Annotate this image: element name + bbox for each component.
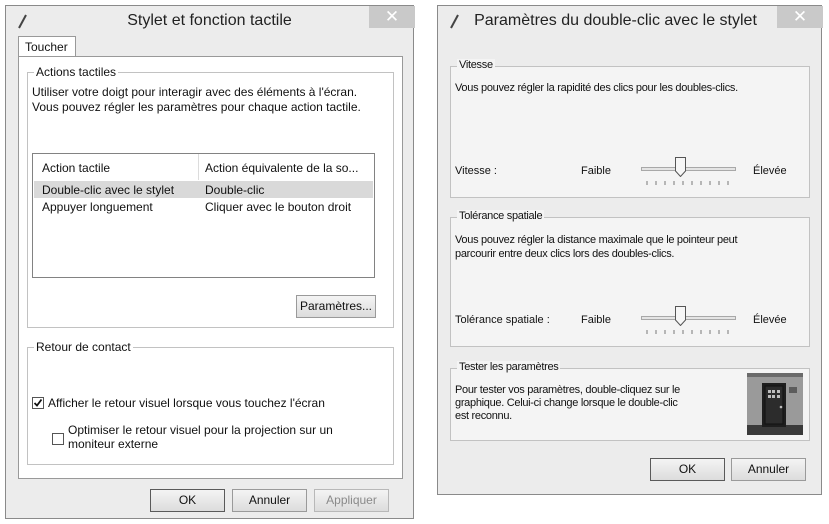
- speed-high-label: Élevée: [753, 165, 787, 177]
- tolerance-slider-label: Tolérance spatiale :: [455, 314, 550, 326]
- cancel-button[interactable]: Annuler: [731, 458, 806, 481]
- tolerance-group-label: Tolérance spatiale: [457, 210, 545, 222]
- actions-description-line2: Vous pouvez régler les paramètres pour c…: [32, 100, 361, 114]
- cancel-button[interactable]: Annuler: [232, 489, 307, 512]
- speed-slider-label: Vitesse :: [455, 165, 497, 177]
- tolerance-slider[interactable]: [641, 306, 736, 336]
- tab-label: Toucher: [25, 40, 68, 54]
- speed-description: Vous pouvez régler la rapidité des clics…: [455, 82, 738, 94]
- checkmark-icon: [33, 398, 43, 407]
- column-divider: [198, 154, 199, 180]
- actions-description-line1: Utiliser votre doigt pour interagir avec…: [32, 85, 358, 99]
- test-description-line3: est reconnu.: [455, 410, 512, 422]
- external-monitor-label-line1[interactable]: Optimiser le retour visuel pour la proje…: [68, 423, 333, 438]
- door-test-icon[interactable]: [747, 373, 803, 435]
- dialog-title: Stylet et fonction tactile: [127, 12, 292, 29]
- feedback-group-label: Retour de contact: [34, 340, 133, 354]
- tab-toucher[interactable]: Toucher: [18, 36, 76, 57]
- title-bar: Paramètres du double-clic avec le stylet…: [438, 6, 823, 36]
- settings-button[interactable]: Paramètres...: [296, 295, 376, 318]
- close-button[interactable]: ✕: [777, 6, 823, 28]
- apply-button: Appliquer: [314, 489, 389, 512]
- external-monitor-checkbox[interactable]: [52, 433, 64, 445]
- table-header: Action tactile Action équivalente de la …: [33, 154, 374, 180]
- tolerance-low-label: Faible: [581, 314, 611, 326]
- table-row[interactable]: Double-clic avec le stylet Double-clic: [34, 181, 373, 198]
- double-click-settings-dialog: Paramètres du double-clic avec le stylet…: [437, 5, 823, 495]
- row-action: Appuyer longuement: [42, 200, 153, 214]
- test-group-label: Tester les paramètres: [457, 361, 561, 373]
- slider-ticks: [646, 330, 729, 334]
- external-monitor-label-line2[interactable]: moniteur externe: [68, 437, 158, 452]
- actions-group: Actions tactiles Utiliser votre doigt po…: [27, 65, 394, 328]
- speed-slider[interactable]: [641, 157, 736, 187]
- table-row[interactable]: Appuyer longuement Cliquer avec le bouto…: [34, 198, 373, 215]
- slider-track: [641, 316, 736, 320]
- visual-feedback-checkbox[interactable]: [32, 397, 44, 409]
- feedback-group: Retour de contact Afficher le retour vis…: [27, 340, 394, 465]
- tolerance-description-line2: parcourir entre deux clics lors des doub…: [455, 248, 675, 260]
- slider-thumb[interactable]: [675, 157, 686, 177]
- speed-low-label: Faible: [581, 165, 611, 177]
- close-button[interactable]: ✕: [369, 6, 415, 28]
- tolerance-group: Tolérance spatiale Vous pouvez régler la…: [450, 210, 810, 347]
- actions-table[interactable]: Action tactile Action équivalente de la …: [32, 153, 375, 278]
- dialog-title: Paramètres du double-clic avec le stylet: [474, 12, 757, 29]
- test-group: Tester les paramètres Pour tester vos pa…: [450, 361, 810, 441]
- speed-group-label: Vitesse: [457, 59, 495, 71]
- slider-thumb[interactable]: [675, 306, 686, 326]
- column-header-equivalent[interactable]: Action équivalente de la so...: [205, 161, 370, 175]
- row-equivalent: Cliquer avec le bouton droit: [205, 200, 352, 214]
- touch-settings-dialog: Stylet et fonction tactile ✕ Toucher Act…: [5, 5, 415, 519]
- title-bar: Stylet et fonction tactile ✕: [6, 6, 415, 36]
- tab-panel: Actions tactiles Utiliser votre doigt po…: [18, 56, 403, 479]
- ok-button[interactable]: OK: [650, 458, 725, 481]
- visual-feedback-label[interactable]: Afficher le retour visuel lorsque vous t…: [48, 396, 325, 411]
- row-action: Double-clic avec le stylet: [42, 183, 175, 197]
- slider-ticks: [646, 181, 729, 185]
- slider-track: [641, 167, 736, 171]
- tolerance-high-label: Élevée: [753, 314, 787, 326]
- column-header-action[interactable]: Action tactile: [42, 161, 110, 175]
- speed-group: Vitesse Vous pouvez régler la rapidité d…: [450, 59, 810, 198]
- tolerance-description-line1: Vous pouvez régler la distance maximale …: [455, 234, 738, 246]
- ok-button[interactable]: OK: [150, 489, 225, 512]
- row-equivalent: Double-clic: [205, 183, 265, 197]
- actions-group-label: Actions tactiles: [34, 65, 119, 79]
